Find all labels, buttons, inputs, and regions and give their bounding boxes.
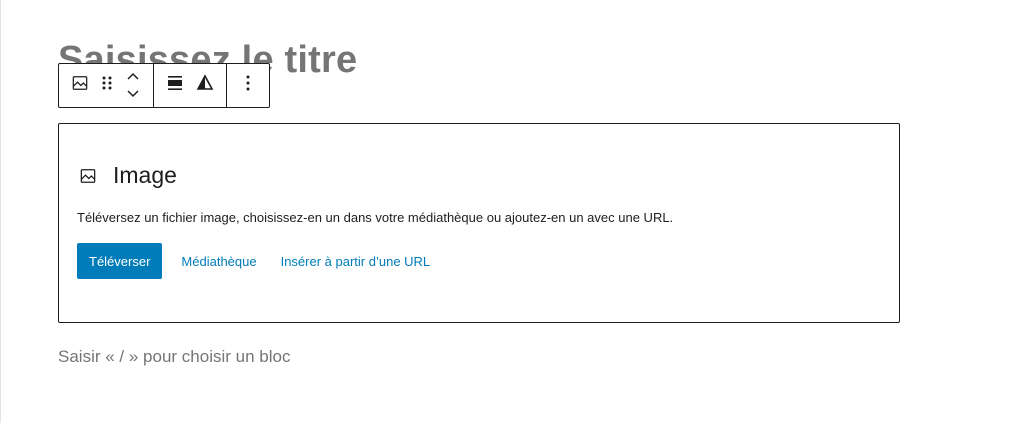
more-options-button[interactable] [233,71,263,101]
upload-button[interactable]: Téléverser [77,243,163,279]
move-down-icon [126,86,140,104]
move-down-button[interactable] [121,86,145,104]
duotone-button[interactable] [190,71,220,101]
block-type-button[interactable] [65,71,95,101]
image-block-actions: Téléverser Médiathèque Insérer à partir … [77,243,881,279]
image-block-title: Image [113,162,177,188]
image-icon [77,165,99,187]
align-wide-icon [165,73,185,98]
drag-handle-button[interactable] [95,71,119,101]
editor-left-border [0,0,1,423]
drag-handle-icon [100,74,114,97]
media-library-button[interactable]: Médiathèque [169,243,268,279]
toolbar-group-more [227,64,269,107]
editor-canvas: Saisissez le titre Image Téléversez un f… [0,0,1024,423]
align-button[interactable] [160,71,190,101]
image-block-label: Image [77,162,881,189]
contrast-icon [195,73,215,98]
toolbar-group-block [59,64,154,107]
image-block-placeholder: Image Téléversez un fichier image, chois… [58,123,900,323]
toolbar-group-format [154,64,227,107]
default-block-appender[interactable]: Saisir « / » pour choisir un bloc [58,347,290,367]
insert-from-url-button[interactable]: Insérer à partir d’une URL [269,243,443,279]
image-icon [70,73,90,98]
move-up-button[interactable] [121,68,145,86]
image-block-instructions: Téléversez un fichier image, choisissez-… [77,210,674,225]
block-mover [119,66,147,106]
more-options-icon [245,74,251,97]
move-up-icon [126,68,140,86]
block-toolbar [58,63,270,108]
